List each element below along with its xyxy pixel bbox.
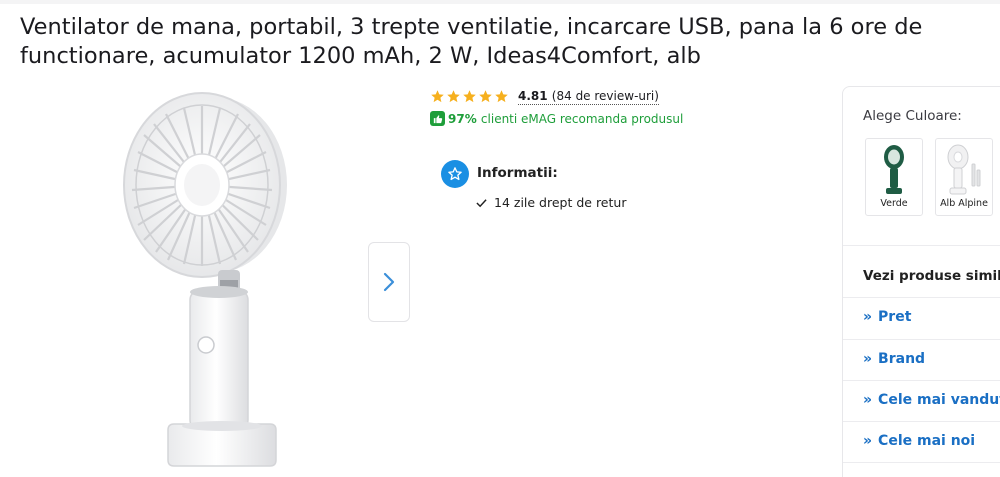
info-item-label: 14 zile drept de retur — [494, 195, 627, 210]
color-name: Alb Alpine — [940, 198, 988, 209]
next-image-button[interactable] — [368, 242, 410, 322]
product-image[interactable] — [110, 90, 300, 470]
star-icon — [431, 90, 444, 103]
divider — [843, 339, 1000, 340]
recommendation-badge: 97% clienti eMAG recomanda produsul — [430, 111, 683, 126]
recommend-percent: 97% — [448, 111, 477, 126]
similar-link-pret[interactable]: » Pret — [863, 309, 911, 325]
divider — [843, 462, 1000, 463]
similar-link-brand[interactable]: » Brand — [863, 351, 925, 367]
color-name: Verde — [880, 198, 908, 209]
recommend-text: clienti eMAG recomanda produsul — [480, 111, 684, 126]
color-label: Alege Culoare: — [863, 108, 962, 124]
rating-score: 4.81 — [518, 89, 548, 103]
info-title: Informatii: — [477, 165, 558, 181]
double-chevron-icon: » — [863, 392, 873, 408]
double-chevron-icon: » — [863, 433, 873, 449]
rating-stars — [430, 89, 509, 104]
star-icon — [479, 90, 492, 103]
fan-illustration — [123, 92, 287, 467]
color-option-alb-alpine[interactable]: Alb Alpine — [935, 138, 993, 216]
double-chevron-icon: » — [863, 309, 873, 325]
similar-link-label: Pret — [878, 309, 912, 325]
star-icon — [463, 90, 476, 103]
similar-link-label: Brand — [878, 351, 926, 367]
star-outline-icon — [441, 160, 469, 188]
similar-link-label: Cele mai vandute — [878, 392, 1000, 408]
star-icon — [447, 90, 460, 103]
star-icon — [495, 90, 508, 103]
green-fan-thumbnail — [884, 145, 904, 194]
double-chevron-icon: » — [863, 351, 873, 367]
reviews-link[interactable]: 4.81 (84 de review-uri) — [518, 88, 659, 105]
thumbs-up-icon — [430, 111, 445, 126]
similar-link-newest[interactable]: » Cele mai noi — [863, 433, 975, 449]
white-fan-thumbnail — [947, 144, 981, 195]
rating-count: (84 de review-uri) — [551, 89, 659, 103]
color-option-verde[interactable]: Verde — [865, 138, 923, 216]
check-icon — [476, 198, 487, 207]
info-item-return: 14 zile drept de retur — [476, 195, 626, 210]
divider — [843, 380, 1000, 381]
chevron-right-icon — [383, 272, 395, 292]
divider — [843, 421, 1000, 422]
similar-products-title: Vezi produse similare — [863, 268, 1000, 284]
divider — [843, 297, 1000, 298]
similar-link-label: Cele mai noi — [878, 433, 976, 449]
divider — [843, 245, 1000, 246]
similar-link-best-sellers[interactable]: » Cele mai vandute — [863, 392, 1000, 408]
product-title: Ventilator de mana, portabil, 3 trepte v… — [20, 14, 923, 69]
rating-summary: 4.81 (84 de review-uri) — [430, 88, 659, 105]
top-border — [0, 0, 1000, 4]
